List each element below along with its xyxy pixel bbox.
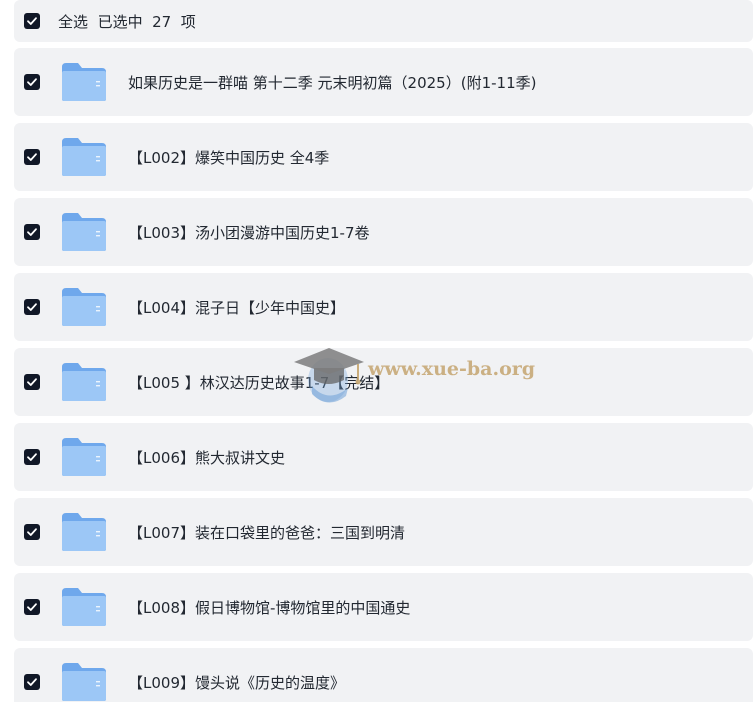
folder-icon	[62, 513, 106, 551]
check-icon	[27, 78, 37, 86]
file-name[interactable]: 【L004】混子日【少年中国史】	[128, 297, 345, 318]
folder-icon	[62, 438, 106, 476]
folder-icon	[62, 663, 106, 701]
row-checkbox[interactable]	[24, 74, 40, 90]
file-name[interactable]: 【L002】爆笑中国历史 全4季	[128, 147, 329, 168]
file-name[interactable]: 【L009】馒头说《历史的温度》	[128, 672, 345, 693]
file-row[interactable]: 如果历史是一群喵 第十二季 元末明初篇（2025）(附1-11季)	[14, 48, 753, 116]
selected-count: 27	[152, 12, 172, 31]
check-icon	[27, 228, 37, 236]
file-row[interactable]: 【L007】装在口袋里的爸爸：三国到明清	[14, 498, 753, 566]
folder-icon	[62, 138, 106, 176]
row-checkbox[interactable]	[24, 299, 40, 315]
row-checkbox[interactable]	[24, 224, 40, 240]
file-row[interactable]: 【L003】汤小团漫游中国历史1-7卷	[14, 198, 753, 266]
check-icon	[27, 153, 37, 161]
folder-icon	[62, 213, 106, 251]
file-name[interactable]: 如果历史是一群喵 第十二季 元末明初篇（2025）(附1-11季)	[128, 72, 536, 93]
check-icon	[27, 303, 37, 311]
file-row[interactable]: 【L008】假日博物馆-博物馆里的中国通史	[14, 573, 753, 641]
check-icon	[27, 528, 37, 536]
file-name[interactable]: 【L005 】林汉达历史故事1-7【完结】	[128, 372, 389, 393]
check-icon	[27, 603, 37, 611]
selection-summary: 全选 已选中 27 项	[58, 11, 196, 32]
selected-label: 已选中	[97, 12, 143, 31]
row-checkbox[interactable]	[24, 374, 40, 390]
folder-icon	[62, 363, 106, 401]
file-row[interactable]: 【L009】馒头说《历史的温度》	[14, 648, 753, 702]
folder-icon	[62, 588, 106, 626]
check-icon	[27, 453, 37, 461]
check-icon	[27, 17, 37, 25]
folder-icon	[62, 63, 106, 101]
file-list-page: 全选 已选中 27 项 如果历史是一群喵 第十二季 元末明初篇（2025）(附1…	[0, 0, 753, 702]
row-checkbox[interactable]	[24, 449, 40, 465]
row-checkbox[interactable]	[24, 149, 40, 165]
select-all-bar: 全选 已选中 27 项	[14, 0, 753, 42]
row-checkbox[interactable]	[24, 524, 40, 540]
folder-icon	[62, 288, 106, 326]
check-icon	[27, 378, 37, 386]
select-all-checkbox[interactable]	[24, 13, 40, 29]
count-unit: 项	[180, 12, 196, 31]
file-name[interactable]: 【L003】汤小团漫游中国历史1-7卷	[128, 222, 370, 243]
row-checkbox[interactable]	[24, 599, 40, 615]
file-name[interactable]: 【L007】装在口袋里的爸爸：三国到明清	[128, 522, 405, 543]
select-all-label[interactable]: 全选	[58, 13, 88, 31]
file-row[interactable]: 【L002】爆笑中国历史 全4季	[14, 123, 753, 191]
row-checkbox[interactable]	[24, 674, 40, 690]
file-list: 如果历史是一群喵 第十二季 元末明初篇（2025）(附1-11季) 【L002】爆…	[14, 48, 753, 702]
file-name[interactable]: 【L008】假日博物馆-博物馆里的中国通史	[128, 597, 410, 618]
check-icon	[27, 678, 37, 686]
file-row[interactable]: 【L005 】林汉达历史故事1-7【完结】	[14, 348, 753, 416]
file-name[interactable]: 【L006】熊大叔讲文史	[128, 447, 285, 468]
file-row[interactable]: 【L006】熊大叔讲文史	[14, 423, 753, 491]
file-row[interactable]: 【L004】混子日【少年中国史】	[14, 273, 753, 341]
